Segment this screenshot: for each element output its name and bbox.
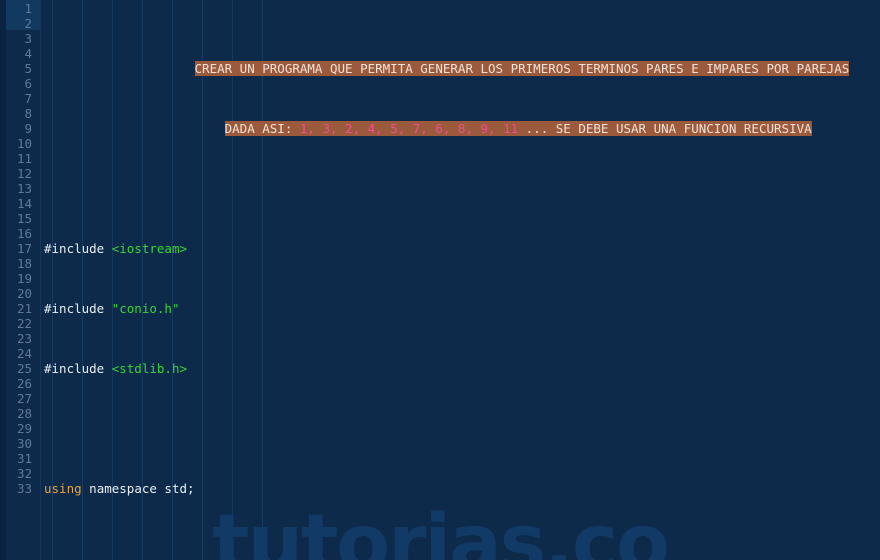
line-number: 12 [16, 166, 32, 181]
line-number: 16 [16, 226, 32, 241]
keyword-using: using [44, 481, 82, 496]
line-number: 26 [16, 376, 32, 391]
line-number: 31 [16, 451, 32, 466]
line-number: 33 [16, 481, 32, 496]
line-number: 22 [16, 316, 32, 331]
task-comment-suffix: ... SE DEBE USAR UNA FUNCION RECURSIVA [518, 121, 812, 136]
line-number: 1 [24, 1, 32, 16]
line-number: 9 [24, 121, 32, 136]
line-number: 27 [16, 391, 32, 406]
code-line[interactable]: using namespace std; [44, 481, 880, 496]
namespace-decl: namespace std; [81, 481, 195, 496]
code-line-blank[interactable] [44, 421, 880, 436]
code-line[interactable]: CREAR UN PROGRAMA QUE PERMITA GENERAR LO… [44, 61, 880, 76]
line-number: 4 [24, 46, 32, 61]
line-number: 11 [16, 151, 32, 166]
preprocessor-directive: #include [44, 301, 112, 316]
line-number: 24 [16, 346, 32, 361]
line-number: 3 [24, 31, 32, 46]
line-numbers: 1 2 3 4 5 6 7 8 9 10 11 12 13 14 15 16 1… [0, 0, 40, 496]
line-number: 28 [16, 406, 32, 421]
line-number: 8 [24, 106, 32, 121]
code-content[interactable]: CREAR UN PROGRAMA QUE PERMITA GENERAR LO… [44, 0, 880, 560]
line-number: 10 [16, 136, 32, 151]
code-editor[interactable]: 1 2 3 4 5 6 7 8 9 10 11 12 13 14 15 16 1… [0, 0, 880, 560]
line-number: 21 [16, 301, 32, 316]
line-number: 2 [24, 16, 32, 31]
preprocessor-directive: #include [44, 361, 112, 376]
include-header: <stdlib.h> [111, 361, 187, 376]
line-number: 25 [16, 361, 32, 376]
include-header: "conio.h" [111, 301, 180, 316]
task-comment-prefix: DADA ASI: [224, 121, 300, 136]
code-line[interactable]: #include "conio.h" [44, 301, 880, 316]
preprocessor-directive: #include [44, 241, 112, 256]
line-number: 17 [16, 241, 32, 256]
line-number: 23 [16, 331, 32, 346]
code-line[interactable]: DADA ASI: 1, 3, 2, 4, 5, 7, 6, 8, 9, 11 … [44, 121, 880, 136]
code-line-blank[interactable] [44, 181, 880, 196]
line-number: 29 [16, 421, 32, 436]
include-header: <iostream> [111, 241, 187, 256]
line-number: 19 [16, 271, 32, 286]
code-line-blank[interactable] [44, 541, 880, 556]
line-number: 18 [16, 256, 32, 271]
line-number: 6 [24, 76, 32, 91]
code-line[interactable]: #include <stdlib.h> [44, 361, 880, 376]
task-comment-numbers: 1, 3, 2, 4, 5, 7, 6, 8, 9, 11 [299, 121, 519, 136]
line-number: 32 [16, 466, 32, 481]
line-number: 20 [16, 286, 32, 301]
line-number: 30 [16, 436, 32, 451]
task-comment-line-2: DADA ASI: 1, 3, 2, 4, 5, 7, 6, 8, 9, 11 … [224, 121, 812, 136]
line-number: 7 [24, 91, 32, 106]
code-line[interactable]: #include <iostream> [44, 241, 880, 256]
line-number: 15 [16, 211, 32, 226]
line-number: 13 [16, 181, 32, 196]
task-comment-line-1: CREAR UN PROGRAMA QUE PERMITA GENERAR LO… [194, 61, 850, 76]
line-number: 14 [16, 196, 32, 211]
line-number: 5 [24, 61, 32, 76]
